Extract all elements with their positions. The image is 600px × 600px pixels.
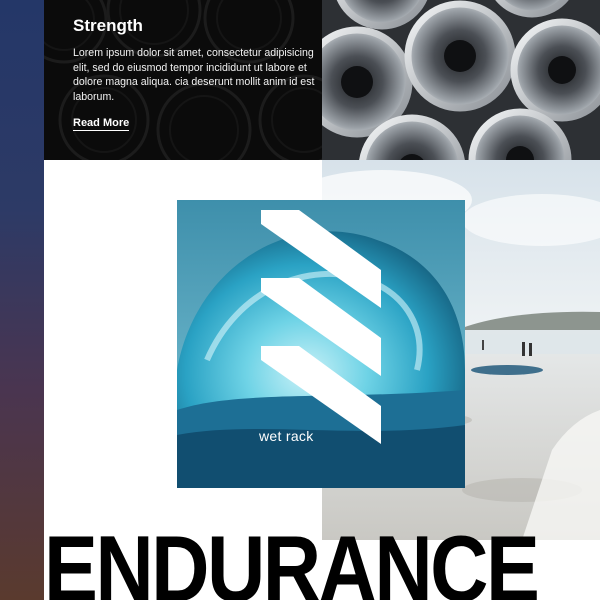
read-more-link[interactable]: Read More: [73, 117, 130, 131]
strength-panel: Strength Lorem ipsum dolor sit amet, con…: [44, 0, 322, 160]
page: Strength Lorem ipsum dolor sit amet, con…: [0, 0, 600, 600]
wave-logo-card: wet rack: [177, 200, 465, 488]
strength-title: Strength: [73, 16, 143, 35]
ocean-wave-photo: [177, 200, 465, 488]
headline: ENDURANCE: [44, 516, 540, 600]
brand-name: wet rack: [259, 428, 314, 444]
side-gradient-strip: [0, 0, 44, 600]
strength-body-text: Lorem ipsum dolor sit amet, consectetur …: [73, 47, 315, 103]
steel-pipes-illustration: [322, 0, 600, 160]
steel-pipes-photo: [322, 0, 600, 160]
